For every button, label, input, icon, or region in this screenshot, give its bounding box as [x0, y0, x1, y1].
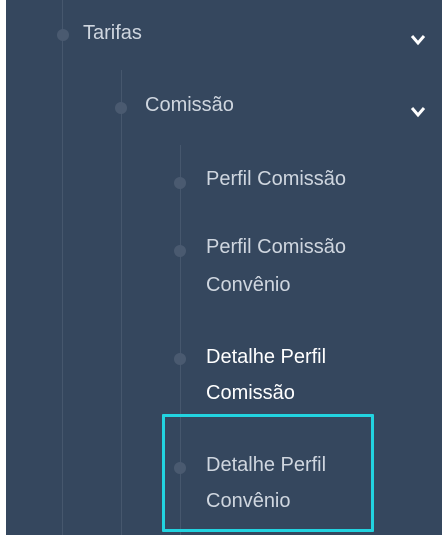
menu-item-detalhe-perfil-comissao[interactable]: Detalhe Perfil Comissão [166, 340, 426, 414]
chevron-down-icon[interactable] [410, 34, 426, 46]
bullet-icon [115, 102, 127, 114]
selection-highlight [162, 414, 374, 532]
menu-item-label-line-2: Convênio [206, 274, 291, 296]
tree-line-level-1 [62, 0, 63, 535]
bullet-icon [174, 245, 186, 257]
menu-item-label-line-1: Detalhe Perfil [206, 346, 327, 368]
bullet-icon [174, 353, 186, 365]
menu-item-label: Perfil Comissão [206, 168, 347, 190]
tree-line-level-2 [121, 70, 122, 535]
bullet-icon [57, 29, 69, 41]
menu-item-perfil-comissao-convenio[interactable]: Perfil Comissão Convênio [166, 230, 426, 304]
menu-item-tarifas-label: Tarifas [83, 22, 142, 44]
menu-item-comissao-label: Comissão [145, 94, 234, 116]
menu-item-perfil-comissao[interactable]: Perfil Comissão [166, 160, 426, 204]
menu-item-comissao[interactable]: Comissão [6, 86, 442, 126]
chevron-down-icon[interactable] [410, 106, 426, 118]
menu-item-label-line-2: Comissão [206, 382, 295, 404]
sidebar-menu: Tarifas Comissão Perfil Comissão Perfil … [6, 0, 442, 535]
menu-item-tarifas[interactable]: Tarifas [6, 14, 442, 54]
menu-item-label-line-1: Perfil Comissão [206, 236, 347, 258]
bullet-icon [174, 177, 186, 189]
